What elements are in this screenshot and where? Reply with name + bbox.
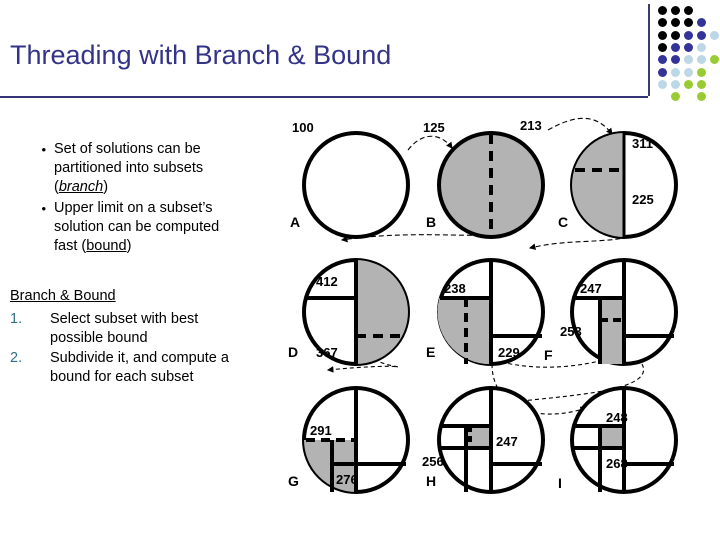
logo-dot <box>710 55 719 65</box>
bullet-item: • Upper limit on a subset’s solution can b… <box>0 199 290 256</box>
bullet-text: Upper limit on a subset’s solution can be… <box>54 199 290 256</box>
numbered-item: 1. Select subset with best possible bound <box>0 310 295 348</box>
node-G-value-0: 291 <box>310 423 332 438</box>
logo-dot <box>684 6 693 15</box>
node-I-label: I <box>558 475 562 491</box>
logo <box>648 2 720 102</box>
logo-dot <box>671 79 680 89</box>
numbered-item: 2. Subdivide it, and compute a bound for e… <box>0 349 295 387</box>
bullet-line: Upper limit on a subset’s <box>54 200 213 216</box>
node-E-value-1: 229 <box>498 345 520 360</box>
item-text: Select subset with best possible bound <box>50 310 295 348</box>
node-A-value-0: 100 <box>292 120 314 135</box>
node-E: 238 229 E <box>426 258 545 366</box>
logo-dot <box>697 55 706 65</box>
logo-dot <box>697 67 706 77</box>
logo-dot <box>684 55 693 65</box>
title-divider <box>0 96 648 98</box>
node-G: 291 276 G <box>288 386 410 494</box>
logo-dot <box>658 67 667 77</box>
logo-dot <box>671 92 680 102</box>
node-I: 248 268 I <box>558 386 678 494</box>
bullet-marker: • <box>41 142 46 157</box>
node-F: 247 253 F <box>544 258 678 366</box>
logo-dot <box>710 30 719 40</box>
page-title: Threading with Branch & Bound <box>10 40 392 70</box>
logo-dot <box>697 18 706 28</box>
branch-and-bound-diagram: 100 A 125 213 B 311 225 C 412 367 D 238 … <box>280 108 720 518</box>
logo-vertical-rule <box>648 4 650 96</box>
item-number: 1. <box>10 311 23 327</box>
logo-dot <box>684 42 693 52</box>
bullet-text: Set of solutions can be partitioned into … <box>54 140 290 197</box>
logo-dot <box>671 42 680 52</box>
logo-dot <box>658 42 667 52</box>
node-E-value-0: 238 <box>444 281 466 296</box>
bullet-line: fast (bound) <box>54 238 132 254</box>
node-A-label: A <box>290 214 300 230</box>
logo-dot <box>658 55 667 65</box>
node-D-value-1: 367 <box>316 345 338 360</box>
node-A: 100 A <box>290 120 410 239</box>
logo-dot <box>658 18 667 28</box>
node-G-value-1: 276 <box>336 472 358 487</box>
node-I-value-0: 248 <box>606 410 628 425</box>
node-C-label: C <box>558 214 568 230</box>
bullet-marker: • <box>41 201 46 216</box>
node-D: 412 367 D <box>288 258 410 366</box>
emphasis-term: branch <box>58 179 104 195</box>
item-line: possible bound <box>50 330 148 346</box>
logo-dot <box>671 67 680 77</box>
logo-dot <box>671 55 680 65</box>
node-B-value-0: 125 <box>423 120 445 135</box>
bullet-line: (branch) <box>54 179 109 195</box>
logo-dot <box>697 42 706 52</box>
logo-dot <box>697 79 706 89</box>
bullet-line: partitioned into subsets <box>54 160 204 176</box>
bullet-line: Set of solutions can be <box>54 141 201 157</box>
node-C: 311 225 C <box>558 131 678 239</box>
node-H-value-1: 247 <box>496 434 518 449</box>
node-F-label: F <box>544 347 553 363</box>
node-H-label: H <box>426 473 436 489</box>
logo-dot <box>658 6 667 15</box>
logo-dot <box>658 79 667 89</box>
item-line: bound for each subset <box>50 369 194 385</box>
bullet-item: • Set of solutions can be partitioned into… <box>0 140 290 197</box>
node-F-value-0: 247 <box>580 281 602 296</box>
bullet-list: • Set of solutions can be partitioned into… <box>0 140 290 258</box>
item-number: 2. <box>10 350 23 366</box>
item-line: Select subset with best <box>50 311 199 327</box>
node-D-label: D <box>288 344 298 360</box>
node-G-label: G <box>288 473 299 489</box>
logo-dot <box>684 18 693 28</box>
logo-dot <box>697 30 706 40</box>
bullet-line: solution can be computed <box>54 219 220 235</box>
emphasis-term: bound <box>86 238 127 254</box>
logo-dot <box>658 30 667 40</box>
node-F-value-1: 253 <box>560 324 582 339</box>
item-text: Subdivide it, and compute a bound for eac… <box>50 349 295 387</box>
numbered-list: 1. Select subset with best possible bound 2… <box>0 310 295 388</box>
logo-dot <box>671 6 680 15</box>
logo-dot <box>671 18 680 28</box>
logo-dot <box>684 67 693 77</box>
section-heading: Branch & Bound <box>10 288 116 304</box>
node-H: 256 247 H <box>422 386 545 494</box>
logo-dot <box>684 30 693 40</box>
node-E-label: E <box>426 344 435 360</box>
node-C-value-0: 311 <box>632 136 653 151</box>
logo-dot <box>671 30 680 40</box>
logo-dot <box>684 79 693 89</box>
node-B-value-1: 213 <box>520 118 542 133</box>
node-B: 125 213 B <box>423 118 545 239</box>
item-line: Subdivide it, and compute a <box>50 350 229 366</box>
node-H-value-0: 256 <box>422 454 444 469</box>
node-I-value-1: 268 <box>606 456 628 471</box>
node-C-value-1: 225 <box>632 192 654 207</box>
logo-dot <box>697 92 706 102</box>
node-D-value-0: 412 <box>316 274 338 289</box>
node-B-label: B <box>426 214 436 230</box>
